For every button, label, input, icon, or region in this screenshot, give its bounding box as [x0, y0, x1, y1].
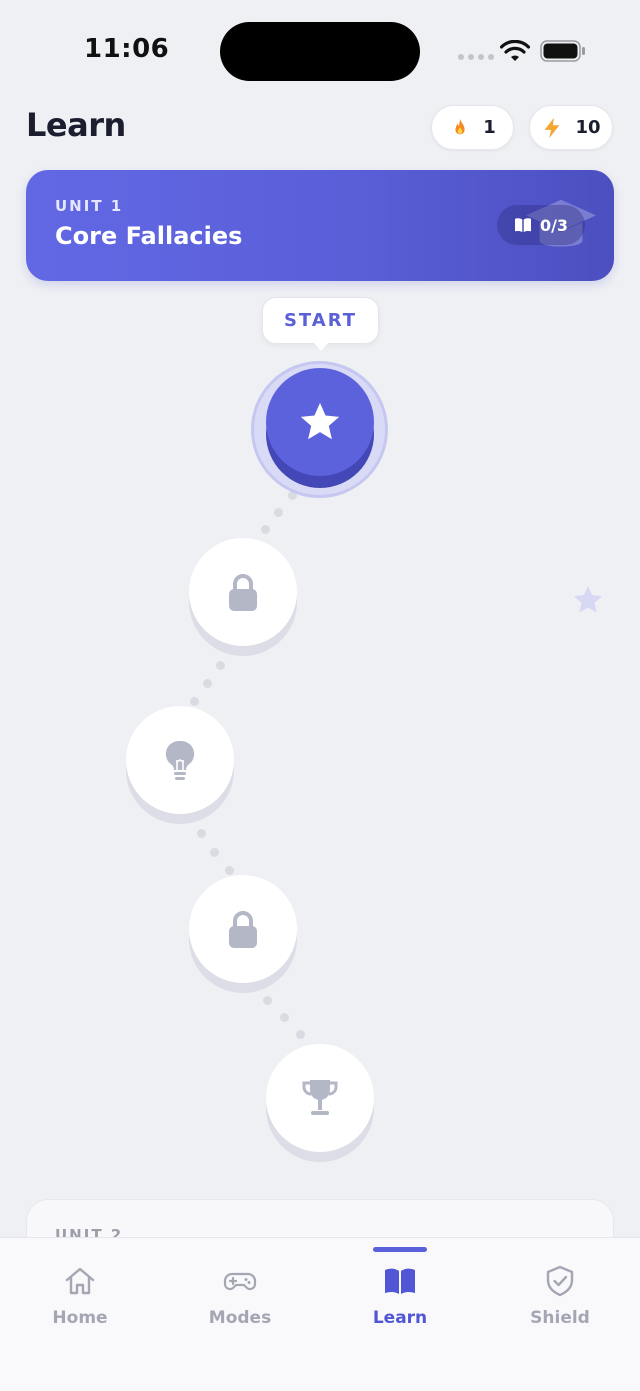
star-icon [300, 402, 340, 440]
unit-1-banner[interactable]: UNIT 1 Core Fallacies 0/3 [26, 170, 614, 281]
trophy-icon [302, 1080, 338, 1115]
unit-progress-text: 0/3 [539, 215, 569, 235]
lesson-node-locked[interactable] [189, 875, 297, 983]
path-dot [274, 508, 283, 517]
tab-modes[interactable]: Modes [160, 1238, 320, 1348]
tab-shield[interactable]: Shield [480, 1238, 640, 1348]
tab-learn-label: Learn [372, 1308, 428, 1328]
shield-check-icon [546, 1265, 574, 1297]
streak-counter[interactable]: 1 [431, 105, 514, 150]
path-dot [203, 679, 212, 688]
lock-icon [229, 574, 257, 611]
book-icon [514, 218, 531, 233]
decorative-star-icon [573, 585, 603, 613]
path-dot [190, 697, 199, 706]
gamepad-icon [223, 1272, 257, 1291]
tab-bar: Home Modes Learn Shield [0, 1237, 640, 1391]
cellular-signal-icon [458, 54, 494, 60]
streak-value: 1 [483, 117, 496, 138]
lesson-node-locked[interactable] [189, 538, 297, 646]
battery-icon [540, 40, 585, 62]
bolt-icon [545, 117, 560, 138]
tab-home[interactable]: Home [0, 1238, 160, 1348]
path-dot [225, 866, 234, 875]
path-dot [261, 525, 270, 534]
path-dot [280, 1013, 289, 1022]
lesson-node-start[interactable] [266, 368, 374, 476]
flame-icon [455, 118, 465, 134]
path-dot [216, 661, 225, 670]
lesson-node-trophy[interactable] [266, 1044, 374, 1152]
lesson-node-practice[interactable] [126, 706, 234, 814]
path-dot [296, 1030, 305, 1039]
start-tooltip: START [262, 297, 379, 351]
unit-label: UNIT 1 [55, 197, 124, 215]
unit-title: Core Fallacies [55, 222, 243, 250]
path-dot [197, 829, 206, 838]
tab-modes-label: Modes [208, 1308, 272, 1328]
tab-shield-label: Shield [530, 1308, 590, 1328]
lock-icon [229, 911, 257, 948]
lightbulb-icon [165, 740, 195, 780]
home-icon [65, 1267, 95, 1295]
page-title: Learn [26, 106, 126, 144]
xp-counter[interactable]: 10 [529, 105, 613, 150]
unit-progress-badge: 0/3 [497, 205, 585, 245]
path-dot [263, 996, 272, 1005]
book-icon [385, 1268, 415, 1294]
tab-home-label: Home [52, 1308, 108, 1328]
wifi-icon [500, 40, 530, 61]
path-dot [210, 848, 219, 857]
dynamic-island [220, 22, 420, 81]
tab-learn[interactable]: Learn [320, 1238, 480, 1348]
xp-value: 10 [575, 117, 601, 138]
status-time: 11:06 [84, 34, 170, 64]
status-bar: 11:06 [0, 0, 640, 100]
